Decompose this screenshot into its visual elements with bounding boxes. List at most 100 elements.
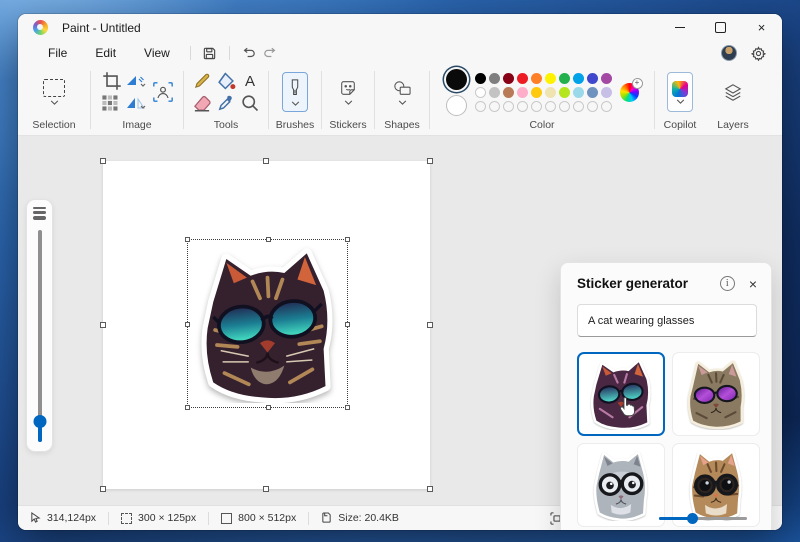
canvas-resize-handle[interactable] (100, 158, 106, 164)
undo-icon[interactable] (238, 44, 260, 62)
color-swatch[interactable] (573, 87, 584, 98)
copilot-icon (672, 81, 688, 97)
canvas-resize-handle[interactable] (427, 322, 433, 328)
empty-color-slot[interactable] (587, 101, 598, 112)
color1-swatch[interactable] (446, 69, 467, 90)
selection-handle[interactable] (345, 322, 350, 327)
flip-icon[interactable] (125, 93, 147, 113)
color-swatch[interactable] (559, 73, 570, 84)
panel-close-icon[interactable]: × (749, 277, 757, 291)
save-icon[interactable] (199, 44, 221, 62)
copilot-button[interactable] (667, 72, 693, 112)
chevron-down-icon (676, 99, 685, 104)
resize-icon[interactable] (125, 71, 147, 91)
color-swatch[interactable] (601, 73, 612, 84)
color-swatch[interactable] (531, 73, 542, 84)
magnifier-icon[interactable] (239, 93, 261, 113)
empty-color-slot[interactable] (601, 101, 612, 112)
color-swatch[interactable] (531, 87, 542, 98)
menu-file[interactable]: File (36, 44, 79, 62)
color-swatch[interactable] (601, 87, 612, 98)
color-swatch[interactable] (587, 73, 598, 84)
zoom-slider-thumb[interactable] (687, 513, 698, 524)
canvas-resize-handle[interactable] (263, 158, 269, 164)
brushes-button[interactable] (282, 72, 308, 112)
menu-view[interactable]: View (132, 44, 182, 62)
maximize-button[interactable] (700, 14, 741, 41)
empty-color-slot[interactable] (573, 101, 584, 112)
empty-color-slot[interactable] (545, 101, 556, 112)
selection-handle[interactable] (345, 237, 350, 242)
info-icon[interactable]: i (720, 276, 735, 291)
color-swatch[interactable] (573, 73, 584, 84)
selection-group[interactable]: Selection (18, 65, 90, 135)
canvas-resize-handle[interactable] (100, 486, 106, 492)
account-avatar[interactable] (721, 45, 737, 61)
selection-handle[interactable] (266, 405, 271, 410)
selection-handle[interactable] (345, 405, 350, 410)
color-swatch[interactable] (475, 73, 486, 84)
remove-background-icon[interactable] (152, 81, 174, 103)
sticker-results-grid (577, 352, 757, 527)
color-swatch[interactable] (503, 73, 514, 84)
selection-handle[interactable] (185, 322, 190, 327)
chevron-down-icon (344, 100, 353, 105)
minimize-button[interactable] (659, 14, 700, 41)
color2-swatch[interactable] (446, 95, 467, 116)
prompt-input[interactable]: A cat wearing glasses (577, 304, 757, 337)
settings-gear-icon[interactable] (751, 46, 766, 61)
title-bar: Paint - Untitled × (18, 14, 782, 41)
redo-icon[interactable] (260, 44, 282, 62)
empty-color-slot[interactable] (489, 101, 500, 112)
empty-color-slot[interactable] (531, 101, 542, 112)
canvas-resize-handle[interactable] (427, 158, 433, 164)
selection-tool-icon[interactable] (43, 79, 65, 97)
zoom-slider[interactable] (659, 512, 747, 524)
canvas-size-indicator: 800 × 512px (209, 512, 308, 524)
empty-color-slot[interactable] (503, 101, 514, 112)
selection-region[interactable] (187, 239, 348, 408)
fill-bucket-icon[interactable] (215, 71, 237, 91)
selection-handle[interactable] (266, 237, 271, 242)
color-swatch[interactable] (489, 87, 500, 98)
canvas-resize-handle[interactable] (263, 486, 269, 492)
color-swatch[interactable] (517, 73, 528, 84)
selection-handle[interactable] (185, 405, 190, 410)
selection-handle[interactable] (185, 237, 190, 242)
size-slider-thumb[interactable] (33, 415, 46, 428)
chevron-down-icon[interactable] (50, 100, 59, 105)
color-swatch[interactable] (559, 87, 570, 98)
panel-title: Sticker generator (577, 276, 720, 291)
sticker-thumbnail-1[interactable] (577, 352, 665, 436)
color-swatch[interactable] (475, 87, 486, 98)
shapes-group[interactable]: Shapes (375, 65, 429, 135)
file-size-indicator: Size: 20.4KB (309, 512, 411, 524)
empty-color-slot[interactable] (475, 101, 486, 112)
sticker-thumbnail-2[interactable] (672, 352, 760, 436)
pencil-icon[interactable] (191, 71, 213, 91)
empty-color-slot[interactable] (517, 101, 528, 112)
color-swatch[interactable] (545, 87, 556, 98)
empty-color-slot[interactable] (559, 101, 570, 112)
color-picker-icon[interactable] (215, 93, 237, 113)
menu-edit[interactable]: Edit (83, 44, 128, 62)
canvas-resize-handle[interactable] (100, 322, 106, 328)
color-swatch[interactable] (517, 87, 528, 98)
layers-group[interactable]: Layers (705, 65, 761, 135)
color-swatch[interactable] (587, 87, 598, 98)
canvas-resize-handle[interactable] (427, 486, 433, 492)
edit-colors-icon[interactable] (620, 83, 639, 102)
stickers-group[interactable]: Stickers (322, 65, 374, 135)
eraser-icon[interactable] (191, 93, 213, 113)
text-tool-icon[interactable]: A (239, 71, 261, 91)
close-button[interactable]: × (741, 14, 782, 41)
drawing-canvas[interactable] (103, 161, 430, 489)
color-swatch[interactable] (545, 73, 556, 84)
color-swatch[interactable] (503, 87, 514, 98)
select-pixels-icon[interactable] (101, 93, 123, 113)
brushes-group: Brushes (269, 65, 321, 135)
size-slider[interactable] (38, 230, 42, 442)
crop-icon[interactable] (101, 71, 123, 91)
sticker-thumbnail-3[interactable] (577, 443, 665, 527)
color-swatch[interactable] (489, 73, 500, 84)
